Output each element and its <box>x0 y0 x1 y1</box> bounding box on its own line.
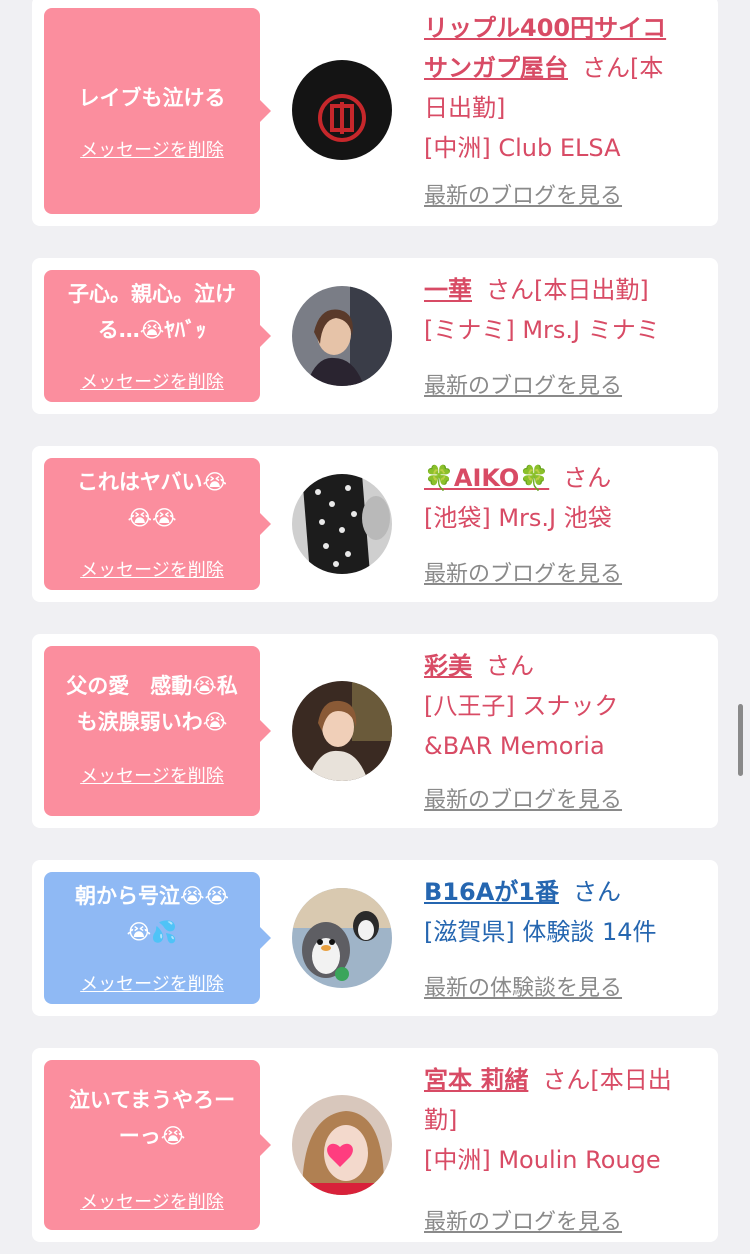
delete-message-link[interactable]: メッセージを削除 <box>44 556 260 582</box>
shop-label: [池袋] Mrs.J 池袋 <box>424 504 612 532</box>
heart-face-avatar[interactable] <box>292 1095 392 1195</box>
honorific-label: さん <box>572 878 621 906</box>
user-name-link[interactable]: 一華 <box>424 276 472 304</box>
review-count-label: [滋賀県] 体験談 14件 <box>424 918 657 946</box>
message-bubble: 父の愛 感動😭私 も涙腺弱いわ😭 メッセージを削除 <box>44 646 271 816</box>
shop-label: &BAR Memoria <box>424 732 605 760</box>
user-info: リップル400円サイコ サンガプ屋台 さん[本 日出勤] [中洲] Club EL… <box>424 8 714 209</box>
user-name-link[interactable]: B16Aが1番 <box>424 878 559 906</box>
penguin-avatar[interactable] <box>292 888 392 988</box>
latest-review-link[interactable]: 最新の体験談を見る <box>424 970 622 1002</box>
latest-blog-link[interactable]: 最新のブログを見る <box>424 782 622 814</box>
woman-portrait-avatar[interactable] <box>292 286 392 386</box>
list-item: 子心。親心。泣け る…😭ﾔﾊﾞｯ メッセージを削除 一華 さん[本日出勤] [ミナ… <box>32 258 718 414</box>
list-item: これはヤバい😭 😭😭 メッセージを削除 🍀AIKO🍀 さん [池袋] Mrs.J … <box>32 446 718 602</box>
shift-status: 勤] <box>424 1106 458 1134</box>
message-text: これはヤバい😭 😭😭 <box>76 470 228 530</box>
user-info: 一華 さん[本日出勤] [ミナミ] Mrs.J ミナミ 最新のブログを見る <box>424 270 714 399</box>
honorific-label: さん[本日出 <box>542 1066 672 1094</box>
list-item: 朝から号泣😭😭 😭💦 メッセージを削除 B16Aが1番 さん [滋賀県] 体験談 … <box>32 860 718 1016</box>
latest-blog-link[interactable]: 最新のブログを見る <box>424 178 622 210</box>
list-item: 泣いてまうやろー ーっ😭 メッセージを削除 宮本 莉緒 さん[本日出 勤] [中洲… <box>32 1048 718 1242</box>
seal-stamp-avatar[interactable] <box>292 60 392 160</box>
latest-blog-link[interactable]: 最新のブログを見る <box>424 1204 622 1236</box>
user-name-link[interactable]: サンガプ屋台 <box>424 54 568 82</box>
shop-label: [八王子] スナック <box>424 692 619 720</box>
shop-label: [ミナミ] Mrs.J ミナミ <box>424 316 660 344</box>
shop-label: [中洲] Club ELSA <box>424 134 621 162</box>
honorific-label: さん <box>486 652 534 680</box>
message-bubble: レイブも泣ける メッセージを削除 <box>44 8 271 214</box>
latest-blog-link[interactable]: 最新のブログを見る <box>424 368 622 400</box>
user-name-link[interactable]: 🍀AIKO🍀 <box>424 464 549 492</box>
message-bubble: 朝から号泣😭😭 😭💦 メッセージを削除 <box>44 872 271 1004</box>
delete-message-link[interactable]: メッセージを削除 <box>44 762 260 788</box>
delete-message-link[interactable]: メッセージを削除 <box>44 136 260 162</box>
message-text: レイブも泣ける <box>78 86 226 110</box>
message-list: レイブも泣ける メッセージを削除 リップル400円サイコ サンガプ屋台 さん[本 … <box>0 0 750 1254</box>
latest-blog-link[interactable]: 最新のブログを見る <box>424 556 622 588</box>
honorific-label: さん <box>563 464 612 492</box>
user-info: 🍀AIKO🍀 さん [池袋] Mrs.J 池袋 最新のブログを見る <box>424 458 714 587</box>
honorific-label: さん[本 <box>582 54 664 82</box>
message-bubble: これはヤバい😭 😭😭 メッセージを削除 <box>44 458 271 590</box>
user-info: B16Aが1番 さん [滋賀県] 体験談 14件 最新の体験談を見る <box>424 872 714 1001</box>
user-name-link[interactable]: 宮本 莉緒 <box>424 1066 528 1094</box>
delete-message-link[interactable]: メッセージを削除 <box>44 1188 260 1214</box>
message-text: 朝から号泣😭😭 😭💦 <box>74 884 230 944</box>
user-name-link[interactable]: 彩美 <box>424 652 472 680</box>
shift-status: 日出勤] <box>424 94 506 122</box>
shop-label: [中洲] Moulin Rouge <box>424 1146 661 1174</box>
honorific-label: さん[本日出勤] <box>486 276 649 304</box>
message-text: 子心。親心。泣け る…😭ﾔﾊﾞｯ <box>68 282 236 342</box>
message-bubble: 子心。親心。泣け る…😭ﾔﾊﾞｯ メッセージを削除 <box>44 270 271 402</box>
user-name-link[interactable]: リップル400円サイコ <box>424 14 666 42</box>
delete-message-link[interactable]: メッセージを削除 <box>44 970 260 996</box>
message-text: 父の愛 感動😭私 も涙腺弱いわ😭 <box>66 674 238 734</box>
woman-portrait-avatar[interactable] <box>292 681 392 781</box>
scrollbar[interactable] <box>738 704 743 776</box>
user-info: 宮本 莉緒 さん[本日出 勤] [中洲] Moulin Rouge 最新のブログを… <box>424 1060 714 1235</box>
list-item: レイブも泣ける メッセージを削除 リップル400円サイコ サンガプ屋台 さん[本 … <box>32 0 718 226</box>
message-bubble: 泣いてまうやろー ーっ😭 メッセージを削除 <box>44 1060 271 1230</box>
delete-message-link[interactable]: メッセージを削除 <box>44 368 260 394</box>
message-text: 泣いてまうやろー ーっ😭 <box>68 1088 236 1148</box>
list-item: 父の愛 感動😭私 も涙腺弱いわ😭 メッセージを削除 彩美 さん [八王子] スナッ… <box>32 634 718 828</box>
user-info: 彩美 さん [八王子] スナック &BAR Memoria 最新のブログを見る <box>424 646 714 813</box>
dress-avatar[interactable] <box>292 474 392 574</box>
